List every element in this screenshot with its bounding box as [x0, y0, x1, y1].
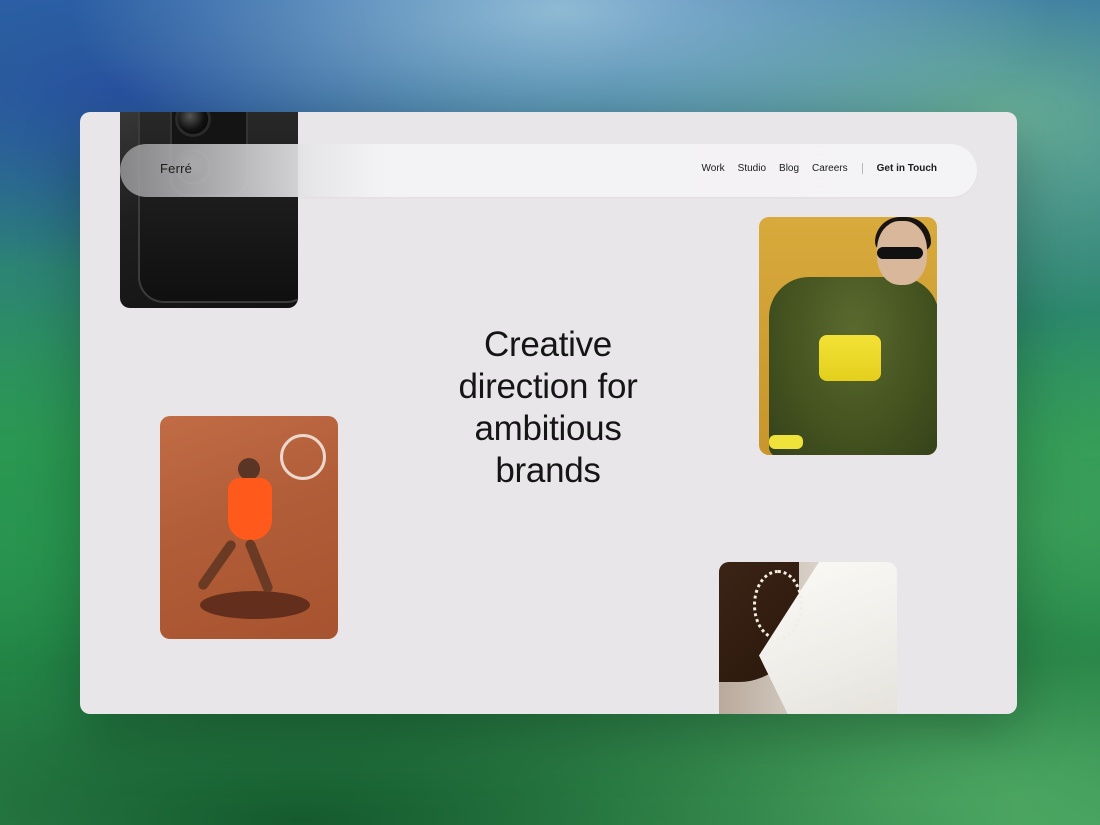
hero-title-line: ambitious	[474, 409, 622, 448]
nav-divider	[861, 163, 863, 174]
tennis-player	[196, 456, 280, 606]
player-head	[238, 458, 260, 480]
get-in-touch-link[interactable]: Get in Touch	[877, 163, 937, 174]
hero-title-line: direction for	[458, 367, 638, 406]
brand-logo[interactable]: Ferré	[160, 161, 192, 176]
yellow-heel	[769, 435, 803, 449]
hero-title-line: Creative	[484, 325, 612, 364]
navigation-bar: Ferré Work Studio Blog Careers Get in To…	[120, 144, 977, 197]
player-leg	[196, 538, 238, 592]
nav-link-blog[interactable]: Blog	[779, 163, 799, 174]
tennis-photo-tile	[160, 416, 338, 639]
nav-links: Work Studio Blog Careers Get in Touch	[702, 163, 937, 174]
hero-title: Creative direction for ambitious brands	[398, 324, 698, 492]
pearl-bracelet	[753, 570, 803, 640]
tennis-racket	[280, 434, 326, 480]
fashion-photo-tile	[759, 217, 937, 455]
camera-lens-icon	[178, 112, 208, 134]
nav-link-work[interactable]: Work	[702, 163, 725, 174]
phone-image	[138, 112, 298, 303]
player-leg	[243, 538, 275, 594]
browser-window: Ferré Work Studio Blog Careers Get in To…	[80, 112, 1017, 714]
sunglasses	[877, 247, 923, 259]
orange-dress	[228, 478, 272, 540]
hero-title-line: brands	[495, 451, 601, 490]
yellow-bag	[819, 335, 881, 381]
pearl-bracelet-photo-tile	[719, 562, 897, 714]
nav-link-careers[interactable]: Careers	[812, 163, 848, 174]
phone-photo-tile	[120, 112, 298, 308]
nav-link-studio[interactable]: Studio	[738, 163, 766, 174]
